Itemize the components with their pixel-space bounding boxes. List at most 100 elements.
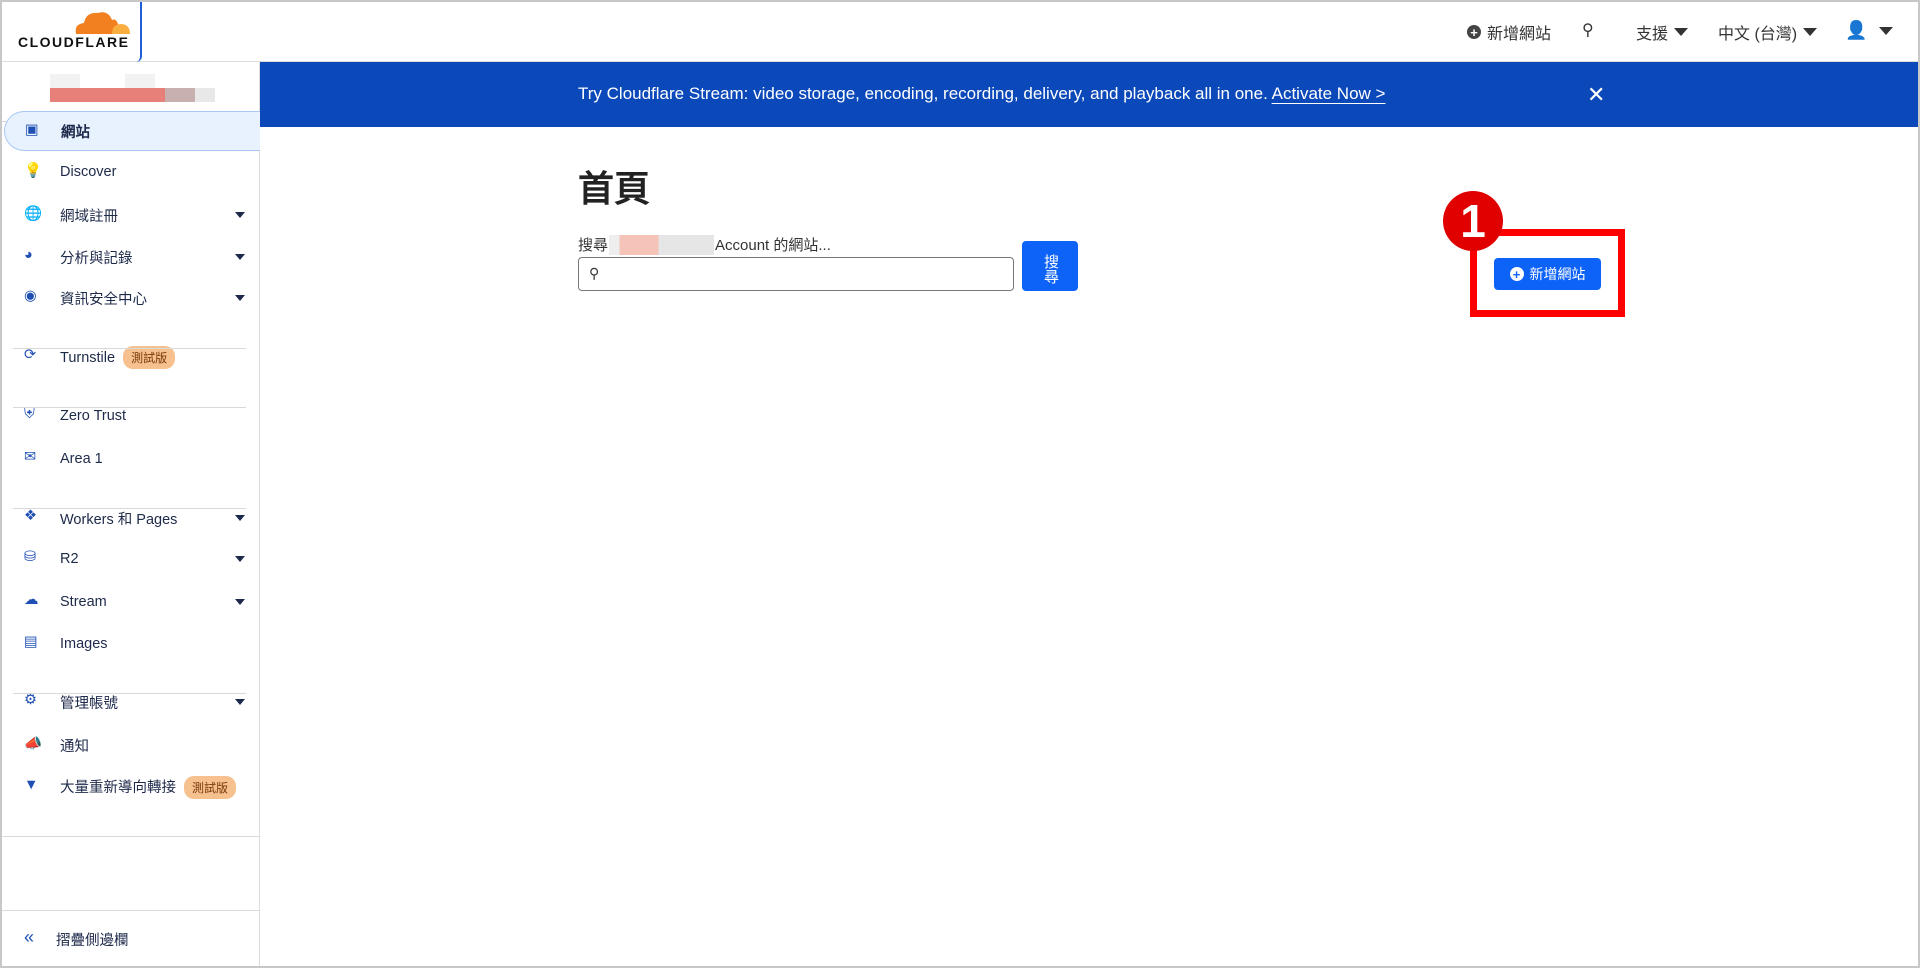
sidebar-item-area-1[interactable]: ✉ Area 1: [4, 439, 260, 479]
cloud-logo-icon: [75, 12, 130, 34]
sidebar-item-label: 通知: [60, 735, 89, 756]
caret-down-icon[interactable]: [235, 295, 245, 301]
annotation-step-marker: 1: [1443, 191, 1503, 251]
sidebar-item-label: Area 1: [60, 451, 103, 467]
annotation-step-number: 1: [1460, 195, 1486, 247]
cloud-play-icon: ☁: [24, 592, 39, 608]
search-label-prefix: 搜尋: [578, 237, 609, 254]
workers-icon: ❖: [24, 508, 37, 524]
label-text: 網域註冊: [60, 208, 118, 225]
label-text: Area 1: [60, 451, 103, 467]
top-header: CLOUDFLARE + 新增網站 ⚲ 支援 中文 (台灣) 👤: [0, 0, 1920, 62]
database-icon: ⛁: [24, 549, 37, 565]
label-text: Turnstile: [60, 349, 116, 366]
search-label: 搜尋 Account 的網站...: [578, 234, 831, 255]
user-menu[interactable]: 👤: [1845, 20, 1894, 41]
sidebar-item-workers-和-pages[interactable]: ❖ Workers 和 Pages: [4, 498, 260, 538]
sidebar-item-label: Images: [60, 636, 108, 652]
megaphone-icon: 📣: [24, 736, 43, 752]
caret-down-icon: [1803, 28, 1818, 36]
divider: [0, 910, 260, 911]
header-add-site[interactable]: + 新增網站: [1467, 20, 1551, 44]
plus-circle-icon: +: [1467, 25, 1481, 39]
sidebar-item-turnstile[interactable]: ⟳ Turnstile 測試版: [4, 337, 260, 377]
shield-icon: ⛨: [24, 406, 35, 422]
sidebar-item-label: Workers 和 Pages: [60, 508, 177, 529]
sidebar-item-stream[interactable]: ☁ Stream: [4, 582, 260, 622]
search-button[interactable]: 搜尋: [1022, 241, 1078, 291]
caret-down-icon[interactable]: [235, 212, 245, 218]
label-text: 網站: [61, 124, 90, 141]
sidebar-item-label: Stream: [60, 594, 107, 610]
sidebar-item-label: R2: [60, 551, 79, 567]
caret-down-icon: [1674, 28, 1689, 36]
language-menu[interactable]: 中文 (台灣): [1718, 20, 1818, 44]
sidebar-item-通知[interactable]: 📣 通知: [4, 725, 260, 765]
caret-down-icon[interactable]: [235, 599, 245, 605]
close-icon[interactable]: ✕: [1587, 82, 1605, 108]
collapse-sidebar-button[interactable]: « 摺疊側邊欄: [4, 919, 260, 959]
sidebar-item-label: 分析與記錄: [60, 247, 133, 268]
funnel-icon: ▼: [24, 777, 39, 793]
language-label: 中文 (台灣): [1718, 26, 1798, 43]
user-icon: 👤: [1845, 20, 1868, 40]
sidebar-item-label: Zero Trust: [60, 408, 126, 424]
double-chevron-left-icon: «: [24, 927, 35, 947]
label-text: Stream: [60, 594, 107, 610]
site-search-input[interactable]: [611, 260, 1006, 288]
lightbulb-icon: 💡: [24, 163, 43, 179]
beta-badge: 測試版: [184, 775, 237, 799]
label-text: 分析與記錄: [60, 250, 133, 267]
security-center-icon: ◉: [24, 288, 37, 304]
sidebar-item-discover[interactable]: 💡 Discover: [4, 152, 260, 192]
divider: [13, 693, 246, 694]
divider: [13, 508, 246, 509]
search-label-suffix: Account 的網站...: [715, 237, 831, 254]
divider: [0, 836, 260, 837]
support-menu[interactable]: 支援: [1636, 20, 1689, 44]
promo-banner: Try Cloudflare Stream: video storage, en…: [260, 62, 1918, 127]
page-title: 首頁: [578, 168, 651, 209]
sidebar-item-label: 資訊安全中心: [60, 288, 147, 309]
browser-window-icon: ▣: [25, 122, 39, 138]
image-icon: ▤: [24, 634, 38, 650]
search-icon[interactable]: ⚲: [1582, 20, 1594, 40]
account-name-redacted: [609, 234, 715, 255]
label-text: Workers 和 Pages: [60, 511, 178, 528]
banner-text: Try Cloudflare Stream: video storage, en…: [578, 84, 1268, 103]
sidebar-item-zero-trust[interactable]: ⛨ Zero Trust: [4, 396, 260, 436]
caret-down-icon[interactable]: [235, 254, 245, 260]
caret-down-icon[interactable]: [235, 556, 245, 562]
sidebar-item-網域註冊[interactable]: 🌐 網域註冊: [4, 195, 260, 235]
label-text: Zero Trust: [60, 408, 127, 424]
turnstile-icon: ⟳: [24, 347, 37, 363]
cloudflare-logo[interactable]: CLOUDFLARE: [2, 0, 142, 62]
site-search-field[interactable]: ⚲: [578, 257, 1014, 291]
sidebar-item-images[interactable]: ▤ Images: [4, 624, 260, 664]
globe-icon: 🌐: [24, 206, 43, 222]
sidebar-item-label: Discover: [60, 164, 116, 180]
sidebar-item-label: 網域註冊: [60, 205, 118, 226]
label-text: 通知: [60, 738, 89, 755]
label-text: 資訊安全中心: [60, 291, 147, 308]
sidebar-item-網站[interactable]: ▣ 網站: [4, 111, 260, 151]
sidebar-item-大量重新導向轉接[interactable]: ▼ 大量重新導向轉接 測試版: [4, 767, 260, 807]
header-add-site-label: 新增網站: [1487, 26, 1552, 43]
label-text: Images: [60, 636, 108, 652]
account-name-redacted[interactable]: [50, 74, 220, 114]
label-text: 大量重新導向轉接: [60, 779, 176, 796]
sidebar-item-label: 網站: [61, 121, 90, 142]
sidebar-item-分析與記錄[interactable]: ◕ 分析與記錄: [4, 237, 260, 277]
sidebar-item-資訊安全中心[interactable]: ◉ 資訊安全中心: [4, 278, 260, 318]
caret-down-icon[interactable]: [235, 515, 245, 521]
mail-icon: ✉: [24, 449, 37, 465]
sidebar-item-r2[interactable]: ⛁ R2: [4, 539, 260, 579]
caret-down-icon[interactable]: [235, 699, 245, 705]
sidebar-item-label: 大量重新導向轉接 測試版: [60, 775, 237, 799]
divider: [13, 348, 246, 349]
divider: [13, 407, 246, 408]
pie-chart-icon: ◕: [24, 247, 33, 263]
sidebar-item-管理帳號[interactable]: ⚙ 管理帳號: [4, 682, 260, 722]
support-label: 支援: [1636, 26, 1669, 43]
activate-now-link[interactable]: Activate Now >: [1272, 84, 1386, 103]
